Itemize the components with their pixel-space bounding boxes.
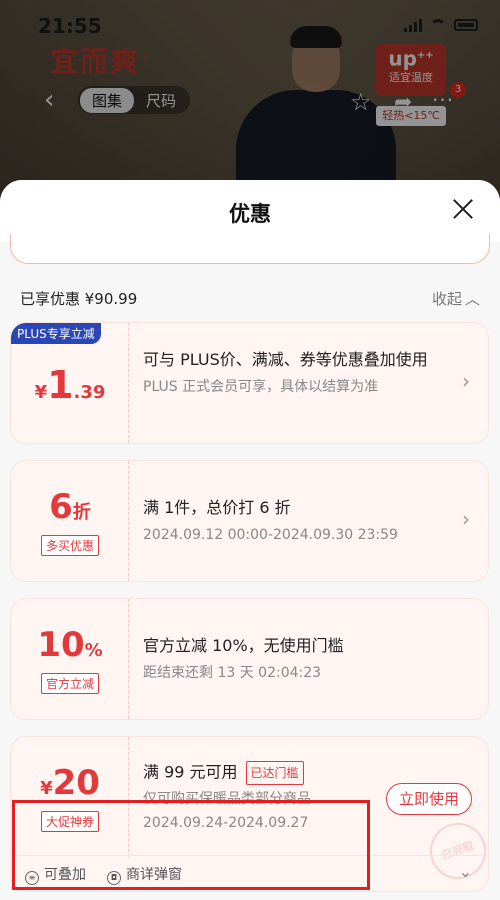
status-time: 21:55 [38, 14, 102, 38]
chevron-right-icon[interactable]: › [462, 369, 470, 393]
discount-sheet: 优惠 已享优惠 ¥90.99 收起 ︿ PLUS专享立减 ¥1.39 可与 PLU… [0, 180, 500, 900]
wifi-icon [430, 19, 446, 31]
previous-card-edge [10, 234, 490, 264]
signal-icon [404, 18, 422, 32]
coupon-title: 满 1件，总价打 6 折 [143, 498, 291, 517]
coupon-multi-buy[interactable]: 6折 多买优惠 满 1件，总价打 6 折 2024.09.12 00:00-20… [10, 460, 489, 582]
summary-text: 已享优惠 ¥90.99 [20, 290, 138, 308]
coupon-amount: 6折 [49, 487, 91, 527]
coupon-detail: 满 1件，总价打 6 折 2024.09.12 00:00-2024.09.30… [143, 497, 458, 545]
product-header: 宜而爽® up++ 适宜温度 轻热<15℃ ‹ 图集 尺码 ☆ ➦ ··· 3 … [0, 0, 500, 200]
coupon-value: 10% 官方立减 [11, 599, 129, 719]
coupon-title: 满 99 元可用 已达门槛 [143, 761, 378, 785]
chevron-down-icon[interactable]: ⌄ [459, 862, 472, 881]
coupon-value: PLUS专享立减 ¥1.39 [11, 323, 129, 443]
coupon-label: 多买优惠 [11, 535, 129, 556]
coupon-label: 官方立减 [11, 673, 129, 694]
battery-icon [454, 19, 478, 31]
collapse-button[interactable]: 收起 ︿ [432, 288, 480, 309]
coupon-title: 官方立减 10%，无使用门槛 [143, 636, 344, 655]
coupon-plus[interactable]: PLUS专享立减 ¥1.39 可与 PLUS价、满减、券等优惠叠加使用 PLUS… [10, 322, 489, 444]
coupon-sub: 距结束还剩 13 天 02:04:23 [143, 665, 322, 681]
status-icons [404, 18, 478, 32]
coupon-amount: ¥20 [40, 763, 100, 803]
chevron-up-icon: ︿ [464, 290, 480, 308]
coupon-official[interactable]: 10% 官方立减 官方立减 10%，无使用门槛 距结束还剩 13 天 02:04… [10, 598, 489, 720]
plus-tag: PLUS专享立减 [11, 323, 101, 344]
coupon-amount: ¥1.39 [34, 363, 106, 407]
annotation-highlight [12, 800, 370, 890]
discount-summary: 已享优惠 ¥90.99 收起 ︿ [0, 278, 500, 318]
coupon-title: 可与 PLUS价、满减、券等优惠叠加使用 [143, 350, 428, 369]
threshold-tag: 已达门槛 [245, 761, 304, 785]
chevron-right-icon[interactable]: › [462, 507, 470, 531]
coupon-sub: PLUS 正式会员可享，具体以结算为准 [143, 379, 379, 395]
sheet-title: 优惠 [229, 202, 271, 226]
coupon-value: 6折 多买优惠 [11, 461, 129, 581]
coupon-amount: 10% [37, 625, 103, 665]
coupon-detail: 可与 PLUS价、满减、券等优惠叠加使用 PLUS 正式会员可享，具体以结算为准 [143, 349, 458, 397]
sheet-header: 优惠 [0, 180, 500, 242]
coupon-sub: 2024.09.12 00:00-2024.09.30 23:59 [143, 527, 398, 543]
coupon-detail: 官方立减 10%，无使用门槛 距结束还剩 13 天 02:04:23 [143, 635, 458, 683]
close-icon[interactable] [450, 196, 476, 222]
use-now-button[interactable]: 立即使用 [386, 783, 472, 815]
